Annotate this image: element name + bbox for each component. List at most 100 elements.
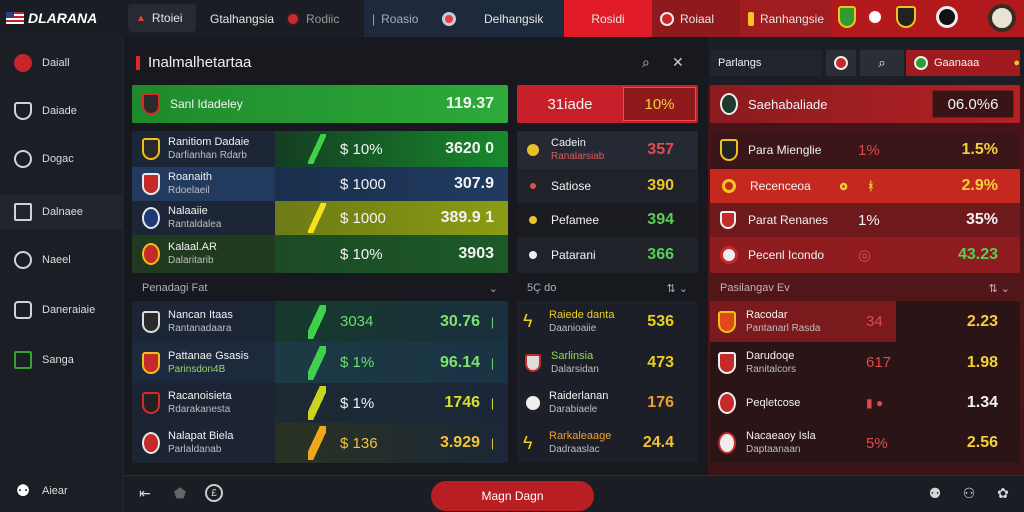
group-header[interactable]: Penadagi Fat ⌄ (132, 277, 508, 299)
club-crest-icon[interactable] (896, 6, 916, 28)
sidebar-item-6[interactable]: Daneraiaie (0, 293, 124, 327)
odds[interactable]: $ 10% (326, 246, 416, 263)
mid-group-header[interactable]: 5Ç do ⇅ ⌄ (517, 277, 698, 299)
right-row[interactable]: Recenceoa ✪ ᚼ 2.9% (710, 169, 1020, 203)
match-row[interactable]: Racanoisieta Rdarakanesta $ 1% 1746 | (132, 383, 508, 423)
odds[interactable]: 3034 (326, 313, 416, 330)
sidebar-item-home[interactable]: Daiall (0, 46, 124, 80)
tab-8[interactable]: Roiaal (652, 0, 740, 37)
tab-2[interactable]: Gtalhangsia (202, 0, 278, 37)
brand-logo[interactable]: DLARANA (6, 6, 124, 30)
odds: 34 (866, 313, 883, 330)
right-group-header[interactable]: Pasilangav Ev ⇅ ⌄ (710, 277, 1020, 299)
value[interactable]: 3903 (416, 245, 494, 263)
sidebar-item-label: Dogac (42, 153, 74, 165)
featured-row[interactable]: Sanl Idadeley 119.37 (132, 85, 508, 123)
mid-row[interactable]: Patarani 366 (517, 237, 698, 273)
tab-7-active[interactable]: Rosidi (564, 0, 652, 37)
right-list-2: Racodar Pantanarl Rasda 34 2.23 Darudoqe Ran… (710, 301, 1020, 463)
settings-icon[interactable]: ✿ (994, 484, 1012, 502)
value[interactable]: 307.9 (416, 175, 494, 193)
sidebar-item-4-active[interactable]: Dalnaee (0, 195, 124, 229)
value[interactable]: 3620 0 (416, 140, 494, 158)
odds[interactable]: $ 1% (326, 354, 416, 371)
sidebar-item-5[interactable]: Naeel (0, 243, 124, 277)
match-names: Racanoisieta Rdarakanesta (168, 390, 308, 416)
odds[interactable]: $ 1% (326, 395, 416, 412)
tab-3[interactable]: Rodiic (278, 0, 364, 37)
value[interactable]: 30.76 (416, 313, 480, 331)
badge-icon: ✪ ᚼ (840, 179, 875, 193)
mid-row[interactable]: Raiderlanan Darabiaele 176 (517, 383, 698, 423)
match-row[interactable]: Roanaith Rdoelaeil $ 1000 307.9 (132, 167, 508, 201)
odds[interactable]: $ 1000 (326, 210, 416, 227)
sidebar-item-3[interactable]: Dogac (0, 142, 124, 176)
item-name: Raiderlanan (549, 390, 609, 402)
tab-9[interactable]: Ranhangsie (740, 0, 832, 37)
tab-5[interactable] (434, 0, 476, 37)
sidebar-item-7[interactable]: Sanga (0, 343, 124, 377)
right-row[interactable]: Para Mienglie 1% 1.5% (710, 131, 1020, 169)
tab-1[interactable]: ▲ Rtoiei (128, 4, 196, 32)
club-crest-icon[interactable] (838, 6, 856, 28)
main-action-button[interactable]: Magn Dagn (431, 481, 594, 511)
value: 1.5% (961, 141, 998, 158)
value[interactable]: 96.14 (416, 354, 480, 372)
search-icon[interactable]: ⌕ (642, 54, 650, 71)
match-row[interactable]: Nancan Itaas Rantanadaara 3034 30.76 | (132, 301, 508, 342)
right-row[interactable]: Nacaeaoy Isla Daptaanaan 5% 2.56 (710, 423, 1020, 463)
right-header-label: Saehabaliade (748, 96, 828, 112)
odds[interactable]: $ 10% (326, 141, 416, 158)
value[interactable]: 3.929 (416, 434, 480, 452)
match-row[interactable]: Ranitiom Dadaie Darfianhan Rdarb $ 10% 36… (132, 131, 508, 167)
user-icon[interactable]: ⚉ (926, 484, 944, 502)
right-row[interactable]: Parat Renanes 1% 35% (710, 203, 1020, 237)
info-icon[interactable]: £ (205, 484, 223, 502)
group-icon[interactable]: ⚇ (960, 484, 978, 502)
sidebar-item-8[interactable]: ⚉ Aiear (0, 474, 124, 508)
right-row[interactable]: Pecenl Icondo ◎ 43.23 (710, 237, 1020, 273)
right-row[interactable]: Darudoqe Ranitalcors 617 1.98 (710, 342, 1020, 383)
right-header[interactable]: Saehabaliade 06.0%6 (710, 85, 1020, 123)
club-crest-icon[interactable] (866, 8, 884, 26)
tab-6[interactable]: Delhangsik (476, 0, 564, 37)
item-name: Patarani (551, 248, 596, 262)
club-crest-icon[interactable] (936, 6, 958, 28)
back-icon[interactable]: ⇤ (136, 484, 154, 502)
right-row[interactable]: Peqletcose ▮ ● 1.34 (710, 383, 1020, 423)
right-tab-3[interactable]: ⌕ (860, 50, 904, 76)
match-row[interactable]: Nalaaiie Rantaldalea $ 1000 389.9 1 (132, 201, 508, 235)
mid-row[interactable]: ϟ Rarkaleaage Dadraaslac 24.4 (517, 423, 698, 463)
club-crest-icon (718, 432, 736, 454)
right-tab-2[interactable] (826, 50, 856, 76)
right-tab-1[interactable]: Parlangs (710, 50, 822, 76)
odds[interactable]: $ 136 (326, 435, 416, 452)
value: 390 (647, 177, 674, 194)
ball-icon[interactable] (988, 4, 1016, 32)
right-row[interactable]: Racodar Pantanarl Rasda 34 2.23 (710, 301, 1020, 342)
mid-row[interactable]: Sarlinsia Dalarsidan 473 (517, 342, 698, 383)
sidebar-item-2[interactable]: Daiade (0, 94, 124, 128)
value[interactable]: 1746 (416, 394, 480, 412)
odds[interactable]: $ 1000 (326, 176, 416, 193)
shield-icon[interactable]: ⬟ (171, 484, 189, 502)
match-row[interactable]: Pattanae Gsasis Parinsdon4B $ 1% 96.14 | (132, 342, 508, 383)
match-row[interactable]: Kalaal.AR Dalaritarib $ 10% 3903 (132, 235, 508, 273)
star-icon (748, 11, 754, 26)
item-name: Pefamee (551, 213, 600, 227)
mid-row[interactable]: Cadein Ranalarsiab 357 (517, 131, 698, 169)
mid-row[interactable]: ϟ Raiede danta Daanioaiie 536 (517, 301, 698, 342)
page-title-text: Inalmalhetartaa (148, 54, 252, 71)
tab-4[interactable]: | Roasio (364, 0, 434, 37)
mid-header[interactable]: 31iade 10% (517, 85, 698, 123)
right-tab-4[interactable]: Gaanaaa ● (906, 50, 1020, 76)
mid-header-value: 10% (623, 87, 696, 121)
match-row[interactable]: Nalapat Biela Parlaldanab $ 136 3.929 | (132, 423, 508, 463)
mid-row[interactable]: Pefamee 394 (517, 203, 698, 237)
close-icon[interactable]: ✕ (672, 54, 684, 71)
value[interactable]: 389.9 1 (416, 209, 494, 227)
mid-list-1: Cadein Ranalarsiab 357 Satiose 390 Pefamee 3… (517, 131, 698, 273)
club-crest-icon (718, 392, 736, 414)
trend-bar: | (490, 436, 494, 450)
mid-row[interactable]: Satiose 390 (517, 169, 698, 203)
